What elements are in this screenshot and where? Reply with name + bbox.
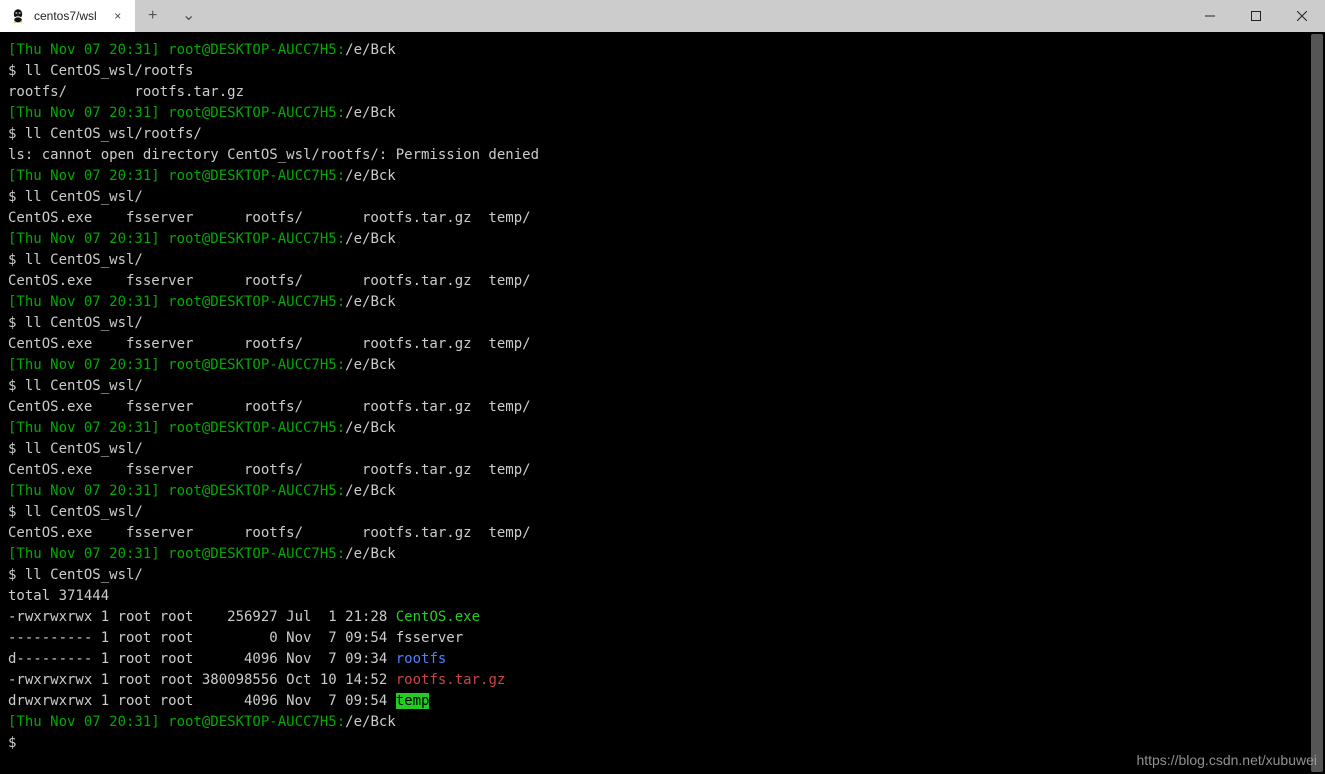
close-window-button[interactable] xyxy=(1279,0,1325,32)
tabs-area: centos7/wsl × + ⌄ xyxy=(0,0,207,32)
new-tab-button[interactable]: + xyxy=(135,0,171,32)
terminal-window: centos7/wsl × + ⌄ [Thu Nov 07 20:31] roo… xyxy=(0,0,1325,774)
window-controls xyxy=(1187,0,1325,32)
close-icon xyxy=(1297,11,1307,21)
tab-dropdown-button[interactable]: ⌄ xyxy=(171,0,207,32)
titlebar: centos7/wsl × + ⌄ xyxy=(0,0,1325,32)
tux-icon xyxy=(10,8,26,24)
tab-title: centos7/wsl xyxy=(34,9,97,23)
plus-icon: + xyxy=(148,8,157,24)
maximize-icon xyxy=(1251,11,1261,21)
scrollbar-track[interactable] xyxy=(1311,34,1323,772)
maximize-button[interactable] xyxy=(1233,0,1279,32)
minimize-button[interactable] xyxy=(1187,0,1233,32)
terminal-viewport: [Thu Nov 07 20:31] root@DESKTOP-AUCC7H5:… xyxy=(0,32,1325,774)
close-tab-icon[interactable]: × xyxy=(111,9,125,23)
scrollbar-thumb[interactable] xyxy=(1311,34,1323,772)
titlebar-drag-area[interactable] xyxy=(207,0,1187,32)
chevron-down-icon: ⌄ xyxy=(182,8,195,24)
terminal[interactable]: [Thu Nov 07 20:31] root@DESKTOP-AUCC7H5:… xyxy=(0,32,1325,774)
minimize-icon xyxy=(1205,11,1215,21)
tab-centos7-wsl[interactable]: centos7/wsl × xyxy=(0,0,135,32)
